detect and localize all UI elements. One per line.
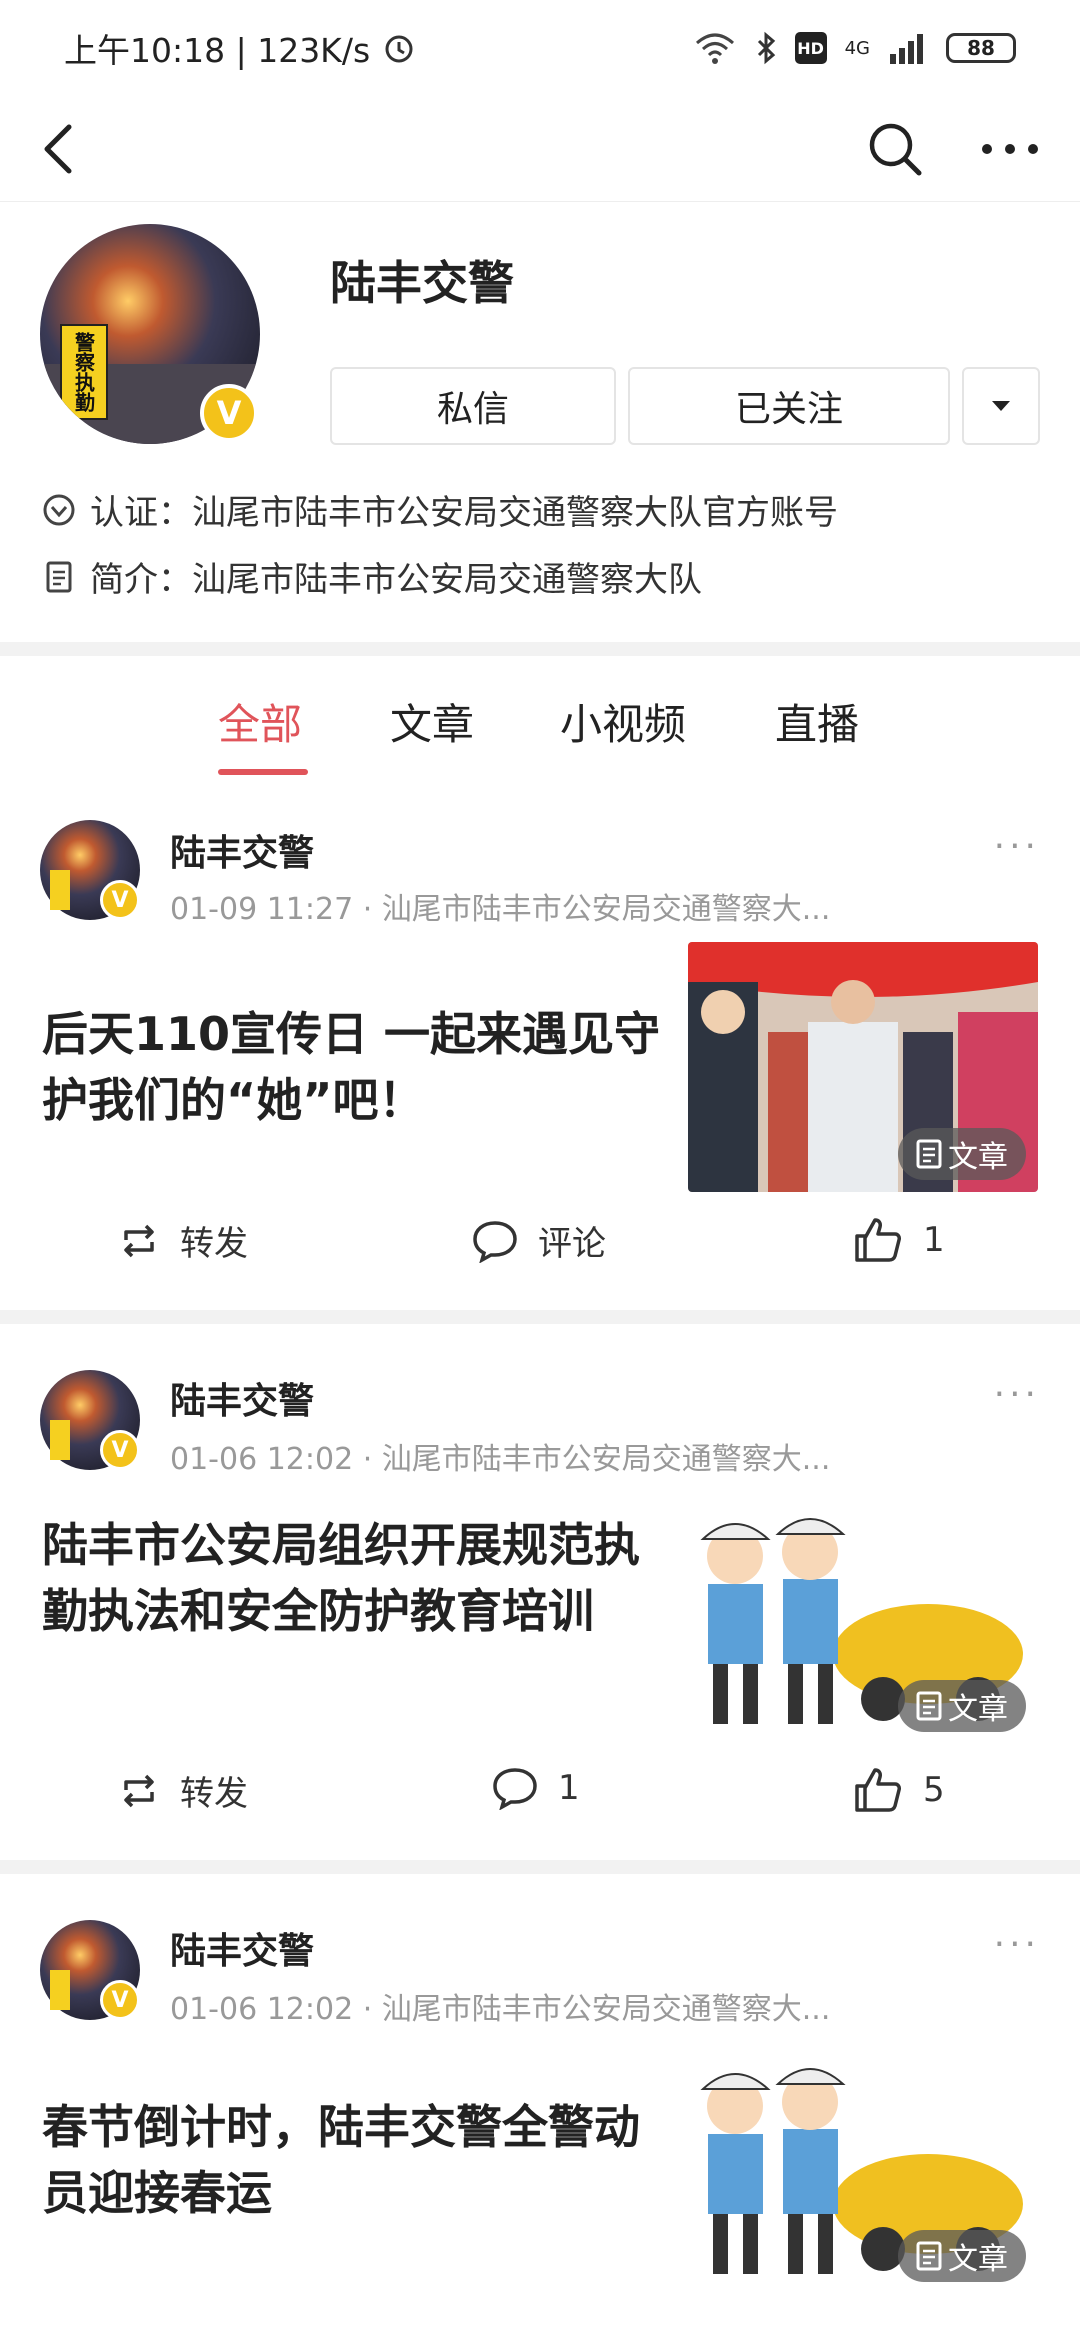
intro-row: 简介： 汕尾市陆丰市公安局交通警察大队 <box>42 552 702 601</box>
intro-value: 汕尾市陆丰市公安局交通警察大队 <box>192 560 702 600</box>
follow-button[interactable]: 已关注 <box>628 367 950 445</box>
document-icon <box>46 561 72 592</box>
avatar-sign-mini <box>50 870 70 910</box>
post-thumbnail[interactable]: 文章 <box>688 942 1038 1192</box>
verified-check-icon <box>43 494 75 525</box>
post-meta: 01-06 12:02 · 汕尾市陆丰市公安局交通警察大... <box>170 1442 831 1477</box>
post-thumbnail[interactable]: 文章 <box>688 2044 1038 2294</box>
tab-short-videos[interactable]: 小视频 <box>560 691 686 752</box>
like-count: 1 <box>923 1220 945 1260</box>
tab-all[interactable]: 全部 <box>218 691 302 752</box>
avatar-sign: 警察执勤 <box>60 324 108 420</box>
verified-badge-icon: V <box>100 1980 140 2020</box>
post-card[interactable]: V 陆丰交警 01-06 12:02 · 汕尾市陆丰市公安局交通警察大... ·… <box>0 1874 1080 2340</box>
profile-name: 陆丰交警 <box>330 256 514 310</box>
comment-button[interactable]: 评论 <box>472 1216 606 1265</box>
avatar-sign-mini <box>50 1420 70 1460</box>
verified-badge-icon: V <box>100 1430 140 1470</box>
repost-button[interactable]: 转发 <box>118 1766 248 1815</box>
back-arrow-icon[interactable] <box>24 114 94 184</box>
verified-badge-icon: V <box>200 384 258 442</box>
like-count: 5 <box>923 1770 945 1810</box>
repost-label: 转发 <box>180 1224 248 1264</box>
document-icon <box>916 2241 942 2271</box>
document-icon <box>916 1139 942 1169</box>
certification-value: 汕尾市陆丰市公安局交通警察大队官方账号 <box>192 493 838 533</box>
article-badge: 文章 <box>898 2230 1026 2282</box>
section-divider <box>0 642 1080 656</box>
post-meta: 01-09 11:27 · 汕尾市陆丰市公安局交通警察大... <box>170 892 831 927</box>
post-thumbnail[interactable]: 文章 <box>688 1494 1038 1744</box>
status-right: HD 4G 88 <box>693 31 1016 65</box>
thumbs-up-icon <box>855 1218 901 1262</box>
content-tabs: 全部 文章 小视频 直播 <box>0 656 1080 786</box>
bluetooth-icon <box>757 31 775 65</box>
article-badge-label: 文章 <box>948 1140 1008 1175</box>
like-button[interactable]: 5 <box>853 1766 945 1814</box>
comment-label: 评论 <box>538 1224 606 1264</box>
post-title[interactable]: 春节倒计时，陆丰交警全警动员迎接春运 <box>42 2094 662 2226</box>
verified-badge-icon: V <box>100 880 140 920</box>
signal-icon <box>890 34 923 64</box>
repost-label: 转发 <box>180 1774 248 1814</box>
profile-header: 警察执勤 V 陆丰交警 私信 已关注 认证： 汕尾市陆丰市公安局交通警察大队官方… <box>0 202 1080 642</box>
status-time: 上午10:18 | 123K/s <box>64 31 371 70</box>
comment-count: 1 <box>558 1768 580 1808</box>
like-button[interactable]: 1 <box>853 1216 945 1264</box>
article-badge-label: 文章 <box>948 1692 1008 1727</box>
tab-articles[interactable]: 文章 <box>390 691 474 752</box>
certification-label: 认证： <box>90 493 192 533</box>
post-card[interactable]: V 陆丰交警 01-09 11:27 · 汕尾市陆丰市公安局交通警察大... ·… <box>0 786 1080 1310</box>
comment-icon <box>473 1220 517 1263</box>
post-author[interactable]: 陆丰交警 <box>170 1372 314 1424</box>
more-dots-icon[interactable] <box>975 114 1045 184</box>
post-card[interactable]: V 陆丰交警 01-06 12:02 · 汕尾市陆丰市公安局交通警察大... ·… <box>0 1324 1080 1860</box>
comment-button[interactable]: 1 <box>492 1766 580 1810</box>
search-icon[interactable] <box>860 114 930 184</box>
post-title[interactable]: 陆丰市公安局组织开展规范执勤执法和安全防护教育培训 <box>42 1512 662 1644</box>
hd-icon: HD <box>794 32 827 64</box>
battery-icon: 88 <box>946 33 1016 63</box>
intro-label: 简介： <box>90 560 192 600</box>
certification-row: 认证： 汕尾市陆丰市公安局交通警察大队官方账号 <box>42 485 838 534</box>
post-more-icon[interactable]: ··· <box>994 826 1040 867</box>
repost-icon <box>124 1774 154 1807</box>
post-meta: 01-06 12:02 · 汕尾市陆丰市公安局交通警察大... <box>170 1992 831 2027</box>
section-divider <box>0 1310 1080 1324</box>
article-badge: 文章 <box>898 1128 1026 1180</box>
repost-button[interactable]: 转发 <box>118 1216 248 1265</box>
avatar-sign-mini <box>50 1970 70 2010</box>
caret-down-icon <box>992 401 1010 411</box>
active-tab-indicator <box>218 769 308 775</box>
wifi-icon <box>695 33 734 64</box>
article-badge: 文章 <box>898 1680 1026 1732</box>
document-icon <box>916 1691 942 1721</box>
alarm-icon <box>385 35 413 63</box>
post-more-icon[interactable]: ··· <box>994 1924 1040 1965</box>
article-badge-label: 文章 <box>948 2242 1008 2277</box>
thumbs-up-icon <box>855 1768 901 1812</box>
post-author[interactable]: 陆丰交警 <box>170 1922 314 1974</box>
status-left: 上午10:18 | 123K/s <box>64 24 416 72</box>
tab-live[interactable]: 直播 <box>775 691 859 752</box>
post-title[interactable]: 后天110宣传日 一起来遇见守护我们的“她”吧！ <box>42 1001 662 1133</box>
dropdown-button[interactable] <box>962 367 1040 445</box>
post-author[interactable]: 陆丰交警 <box>170 824 314 876</box>
repost-icon <box>124 1224 154 1257</box>
section-divider <box>0 1860 1080 1874</box>
message-button[interactable]: 私信 <box>330 367 616 445</box>
status-bar: 上午10:18 | 123K/s HD 4G 88 <box>0 0 1080 96</box>
comment-icon <box>493 1768 537 1810</box>
nav-bar <box>0 96 1080 202</box>
post-more-icon[interactable]: ··· <box>994 1374 1040 1415</box>
network-label: 4G <box>844 37 870 59</box>
